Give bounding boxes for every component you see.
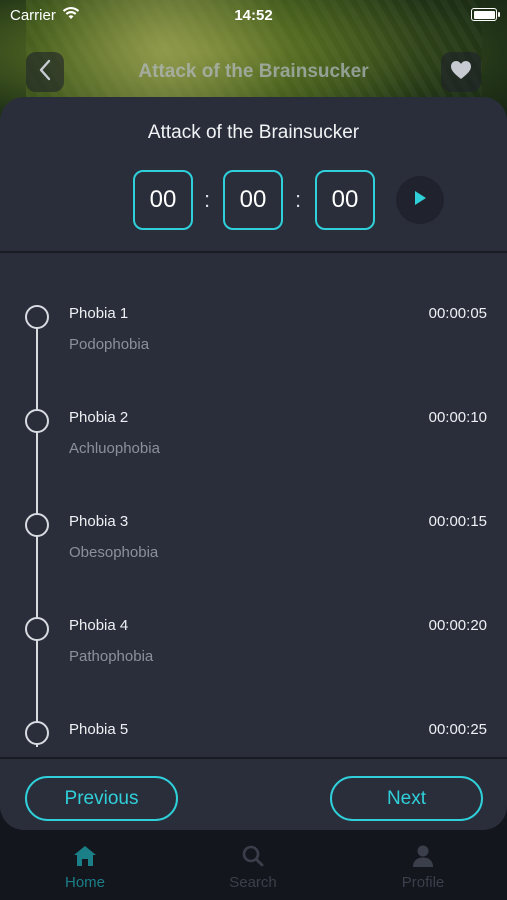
favorite-button[interactable] [441, 52, 481, 92]
previous-button[interactable]: Previous [25, 776, 178, 821]
timeline-dot [25, 409, 49, 433]
timer-hours: 00 [133, 170, 193, 230]
search-icon [240, 844, 266, 868]
play-icon [412, 189, 428, 212]
divider [0, 757, 507, 759]
timer-seconds: 00 [315, 170, 375, 230]
battery-icon [471, 8, 500, 21]
profile-icon [410, 844, 436, 868]
phobia-time: 00:00:15 [428, 513, 487, 530]
list-item[interactable]: Phobia 1 00:00:05 Podophobia [0, 299, 507, 379]
status-bar: Carrier 14:52 [0, 0, 507, 30]
phobia-name: Phobia 2 [69, 409, 129, 426]
phobia-time: 00:00:05 [428, 305, 487, 322]
play-button[interactable] [396, 176, 444, 224]
timer-separator: : [204, 187, 211, 212]
player-panel: Attack of the Brainsucker 00 : 00 : 00 P… [0, 97, 507, 830]
timeline-dot [25, 305, 49, 329]
phobia-subtitle: Podophobia [69, 336, 150, 353]
phobia-subtitle: Achluophobia [69, 440, 160, 457]
tab-profile[interactable]: Profile [373, 844, 473, 891]
list-item[interactable]: Phobia 3 00:00:15 Obesophobia [0, 507, 507, 587]
phobia-time: 00:00:10 [428, 409, 487, 426]
phobia-name: Phobia 3 [69, 513, 129, 530]
tab-search[interactable]: Search [203, 844, 303, 891]
tab-bar: Home Search Profile [0, 830, 507, 900]
tab-label: Search [229, 874, 277, 891]
home-icon [72, 844, 98, 868]
panel-title: Attack of the Brainsucker [147, 122, 360, 143]
timeline-dot [25, 617, 49, 641]
phobia-subtitle: Obesophobia [69, 544, 159, 561]
tab-label: Profile [401, 874, 445, 891]
timeline-dot [25, 513, 49, 537]
timer-separator: : [295, 187, 302, 212]
timeline-dot [25, 721, 49, 745]
tab-home[interactable]: Home [35, 844, 135, 891]
phobia-time: 00:00:25 [428, 721, 487, 738]
nav-title: Attack of the Brainsucker [138, 61, 369, 82]
timer-minutes: 00 [223, 170, 283, 230]
timer: 00 : 00 : 00 [0, 170, 507, 230]
nav-bar: Attack of the Brainsucker [0, 50, 507, 94]
phobia-name: Phobia 1 [69, 305, 129, 322]
phobia-name: Phobia 5 [69, 721, 129, 738]
phobia-name: Phobia 4 [69, 617, 129, 634]
phobia-time: 00:00:20 [428, 617, 487, 634]
list-item[interactable]: Phobia 4 00:00:20 Pathophobia [0, 611, 507, 691]
list-item[interactable]: Phobia 2 00:00:10 Achluophobia [0, 403, 507, 483]
next-button[interactable]: Next [330, 776, 483, 821]
heart-icon [450, 60, 472, 85]
status-time: 14:52 [234, 6, 273, 24]
phobia-subtitle: Pathophobia [69, 648, 154, 665]
divider [0, 251, 507, 253]
tab-label: Home [64, 874, 105, 891]
